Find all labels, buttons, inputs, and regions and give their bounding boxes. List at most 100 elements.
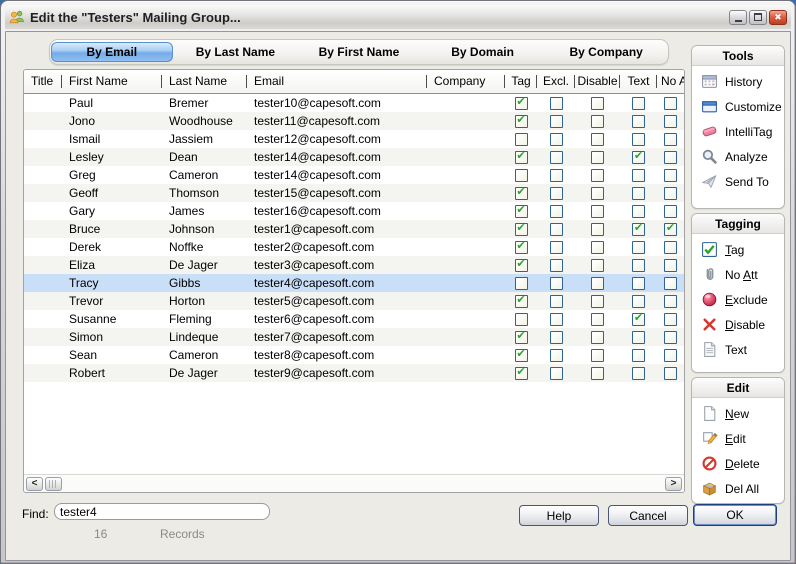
find-input[interactable] [54,503,270,520]
checkbox-disable[interactable] [591,151,604,164]
checkbox-disable[interactable] [591,115,604,128]
sidebar-item-no-att[interactable]: No Att [692,262,784,287]
help-button[interactable]: Help [519,505,599,526]
sidebar-item-tag[interactable]: Tag [692,237,784,262]
cancel-button[interactable]: Cancel [608,505,688,526]
tab-by-domain[interactable]: By Domain [422,42,544,62]
table-row[interactable]: TracyGibbstester4@capesoft.com [24,274,684,292]
checkbox-disable[interactable] [591,331,604,344]
checkbox-tag[interactable] [515,313,528,326]
tab-by-last-name[interactable]: By Last Name [175,42,297,62]
checkbox-no-att[interactable] [664,241,677,254]
checkbox-text[interactable] [632,295,645,308]
table-row[interactable]: DerekNoffketester2@capesoft.com [24,238,684,256]
checkbox-text[interactable] [632,223,645,236]
checkbox-text[interactable] [632,133,645,146]
checkbox-excl[interactable] [550,295,563,308]
checkbox-excl[interactable] [550,133,563,146]
checkbox-disable[interactable] [591,97,604,110]
checkbox-text[interactable] [632,313,645,326]
checkbox-no-att[interactable] [664,313,677,326]
table-row[interactable]: SusanneFlemingtester6@capesoft.com [24,310,684,328]
table-row[interactable]: LesleyDeantester14@capesoft.com [24,148,684,166]
sidebar-item-text[interactable]: Text [692,337,784,362]
checkbox-excl[interactable] [550,223,563,236]
column-header-no-att[interactable]: No Att [657,70,684,93]
checkbox-disable[interactable] [591,313,604,326]
checkbox-no-att[interactable] [664,169,677,182]
checkbox-text[interactable] [632,367,645,380]
checkbox-tag[interactable] [515,133,528,146]
checkbox-tag[interactable] [515,367,528,380]
column-header-first-name[interactable]: First Name [62,70,162,93]
checkbox-excl[interactable] [550,115,563,128]
sidebar-item-delete[interactable]: Delete [692,451,784,476]
sidebar-item-new[interactable]: New [692,401,784,426]
checkbox-tag[interactable] [515,241,528,254]
title-bar[interactable]: Edit the "Testers" Mailing Group... ✖ [5,5,791,29]
table-row[interactable]: GregCamerontester14@capesoft.com [24,166,684,184]
table-row[interactable]: PaulBremertester10@capesoft.com [24,94,684,112]
checkbox-no-att[interactable] [664,187,677,200]
checkbox-no-att[interactable] [664,133,677,146]
column-header-email[interactable]: Email [247,70,427,93]
checkbox-tag[interactable] [515,97,528,110]
checkbox-tag[interactable] [515,259,528,272]
sidebar-item-intellitag[interactable]: IntelliTag [692,119,784,144]
checkbox-no-att[interactable] [664,115,677,128]
tab-by-email[interactable]: By Email [51,42,173,62]
checkbox-excl[interactable] [550,187,563,200]
checkbox-excl[interactable] [550,367,563,380]
column-header-company[interactable]: Company [427,70,505,93]
sidebar-item-analyze[interactable]: Analyze [692,144,784,169]
checkbox-disable[interactable] [591,367,604,380]
checkbox-disable[interactable] [591,223,604,236]
sidebar-item-customize[interactable]: Customize [692,94,784,119]
checkbox-text[interactable] [632,97,645,110]
checkbox-tag[interactable] [515,349,528,362]
checkbox-text[interactable] [632,169,645,182]
scrollbar-thumb[interactable] [45,477,62,491]
checkbox-tag[interactable] [515,169,528,182]
checkbox-no-att[interactable] [664,349,677,362]
column-header-last-name[interactable]: Last Name [162,70,247,93]
checkbox-no-att[interactable] [664,97,677,110]
checkbox-text[interactable] [632,187,645,200]
checkbox-no-att[interactable] [664,331,677,344]
checkbox-text[interactable] [632,331,645,344]
checkbox-excl[interactable] [550,205,563,218]
table-row[interactable]: GeoffThomsontester15@capesoft.com [24,184,684,202]
checkbox-tag[interactable] [515,277,528,290]
checkbox-disable[interactable] [591,295,604,308]
checkbox-excl[interactable] [550,277,563,290]
checkbox-tag[interactable] [515,115,528,128]
checkbox-text[interactable] [632,151,645,164]
table-row[interactable]: SimonLindequetester7@capesoft.com [24,328,684,346]
checkbox-excl[interactable] [550,151,563,164]
ok-button[interactable]: OK [693,504,777,526]
sidebar-item-history[interactable]: History [692,69,784,94]
checkbox-tag[interactable] [515,187,528,200]
checkbox-excl[interactable] [550,313,563,326]
checkbox-disable[interactable] [591,349,604,362]
checkbox-no-att[interactable] [664,277,677,290]
scroll-right-button[interactable]: > [665,477,682,491]
checkbox-disable[interactable] [591,259,604,272]
column-header-tag[interactable]: Tag [505,70,537,93]
table-row[interactable]: BruceJohnsontester1@capesoft.com [24,220,684,238]
scrollbar-track[interactable] [63,475,664,492]
checkbox-excl[interactable] [550,97,563,110]
table-row[interactable]: TrevorHortontester5@capesoft.com [24,292,684,310]
checkbox-excl[interactable] [550,169,563,182]
column-header-disable[interactable]: Disable [575,70,620,93]
checkbox-excl[interactable] [550,259,563,272]
checkbox-disable[interactable] [591,277,604,290]
checkbox-tag[interactable] [515,223,528,236]
tab-by-company[interactable]: By Company [545,42,667,62]
checkbox-text[interactable] [632,205,645,218]
checkbox-text[interactable] [632,115,645,128]
table-row[interactable]: RobertDe Jagertester9@capesoft.com [24,364,684,382]
checkbox-text[interactable] [632,277,645,290]
checkbox-tag[interactable] [515,205,528,218]
checkbox-no-att[interactable] [664,151,677,164]
